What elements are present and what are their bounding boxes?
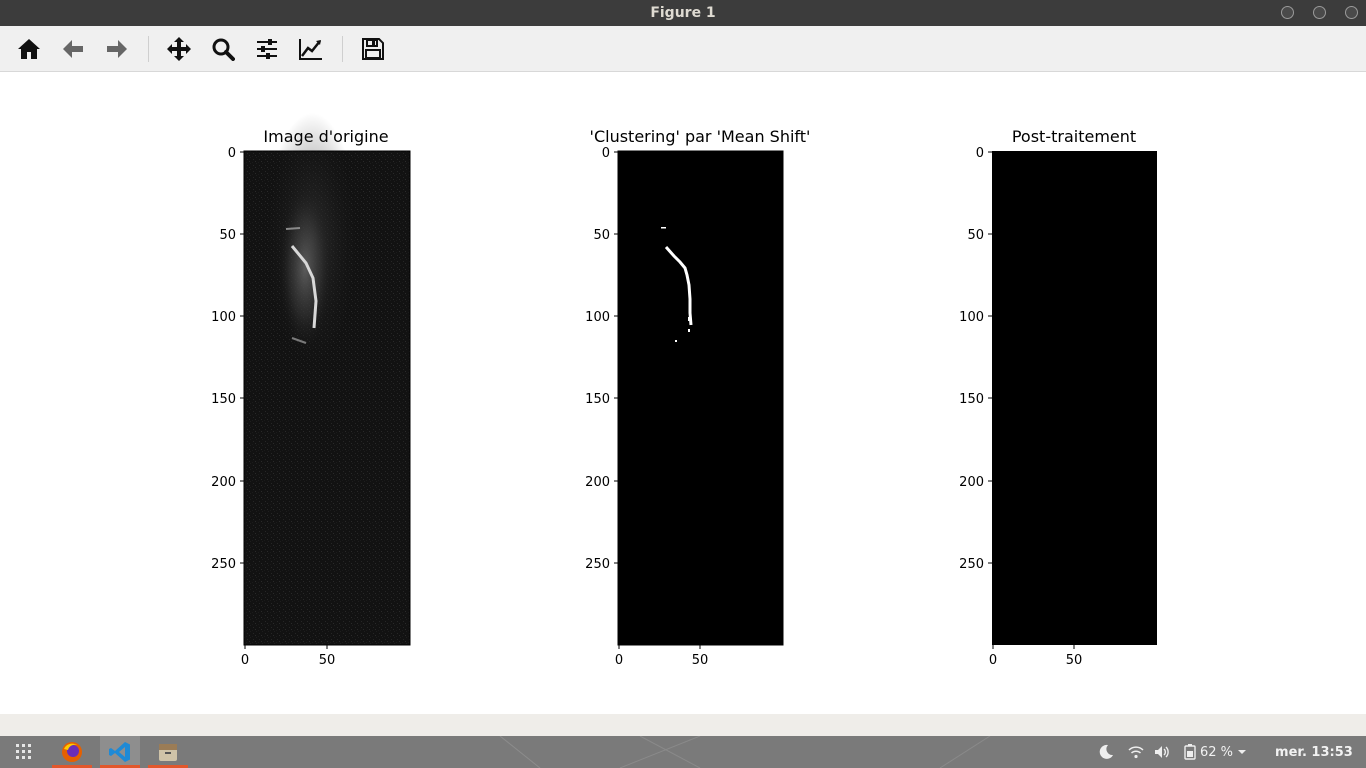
taskbar-app-vscode[interactable] <box>100 736 140 768</box>
y-tick-label: 0 <box>602 146 610 161</box>
system-tray: 62 % mer. 13:53 <box>1098 736 1353 768</box>
panel-post-processing: Post-traitement 0 50 100 150 200 250 0 5… <box>959 127 1157 668</box>
toolbar-separator <box>342 36 343 62</box>
app-grid-icon <box>16 744 31 759</box>
battery-percentage: 62 % <box>1200 744 1234 760</box>
y-tick-label: 150 <box>585 392 610 407</box>
y-axis: 0 50 100 150 200 250 <box>959 146 992 572</box>
mask-pixel <box>688 317 690 321</box>
home-icon <box>18 39 40 59</box>
mask-pixel <box>675 340 677 342</box>
taskbar-app-firefox[interactable] <box>52 736 92 768</box>
window-title: Figure 1 <box>650 5 716 21</box>
taskbar-app-archive[interactable] <box>148 736 188 768</box>
save-button[interactable] <box>358 34 388 64</box>
volume-icon[interactable] <box>1154 744 1170 760</box>
vscode-icon <box>109 742 130 762</box>
forward-button[interactable] <box>102 34 132 64</box>
x-axis: 0 50 <box>989 645 1082 668</box>
back-button[interactable] <box>58 34 88 64</box>
x-axis: 0 50 <box>241 645 335 668</box>
binary-mask <box>618 151 783 645</box>
empty-mask <box>992 151 1157 645</box>
y-tick-label: 250 <box>585 557 610 572</box>
taskbar: 62 % mer. 13:53 <box>0 736 1366 768</box>
mask-pixel <box>661 227 666 229</box>
x-tick-label: 0 <box>615 653 623 668</box>
x-tick-label: 50 <box>319 653 336 668</box>
magnifier-icon <box>212 38 235 61</box>
y-tick-label: 250 <box>211 557 236 572</box>
y-tick-label: 150 <box>211 392 236 407</box>
y-tick-label: 100 <box>585 310 610 325</box>
y-tick-label: 200 <box>959 475 984 490</box>
minimize-button[interactable] <box>1281 6 1294 19</box>
firefox-icon <box>62 742 82 762</box>
wifi-icon[interactable] <box>1128 744 1144 760</box>
window-controls <box>1281 6 1358 19</box>
y-tick-label: 100 <box>959 310 984 325</box>
y-axis: 0 50 100 150 200 250 <box>585 146 618 572</box>
pan-button[interactable] <box>164 34 194 64</box>
y-tick-label: 0 <box>976 146 984 161</box>
y-tick-label: 100 <box>211 310 236 325</box>
figure-canvas[interactable]: Image d'origine 0 50 100 150 200 250 <box>0 73 1366 714</box>
x-axis: 0 50 <box>615 645 708 668</box>
configure-subplots-button[interactable] <box>252 34 282 64</box>
clock[interactable]: mer. 13:53 <box>1275 745 1353 760</box>
toolbar-separator <box>148 36 149 62</box>
y-tick-label: 200 <box>585 475 610 490</box>
mask-pixel <box>688 329 690 332</box>
floppy-disk-icon <box>362 38 384 60</box>
y-tick-label: 150 <box>959 392 984 407</box>
status-bar <box>0 714 1366 736</box>
panel-mean-shift: 'Clustering' par 'Mean Shift' 0 50 100 1… <box>585 127 810 668</box>
x-tick-label: 0 <box>989 653 997 668</box>
maximize-button[interactable] <box>1313 6 1326 19</box>
x-tick-label: 50 <box>692 653 709 668</box>
ultrasound-edge-top <box>285 227 301 230</box>
x-tick-label: 0 <box>241 653 249 668</box>
y-tick-label: 50 <box>219 228 236 243</box>
edit-axes-button[interactable] <box>296 34 326 64</box>
arrow-right-icon <box>107 40 127 58</box>
app-grid-button[interactable] <box>4 736 44 768</box>
archive-icon <box>159 744 177 761</box>
panel-title: 'Clustering' par 'Mean Shift' <box>590 127 811 146</box>
figure-svg: Image d'origine 0 50 100 150 200 250 <box>211 113 1157 668</box>
y-tick-label: 250 <box>959 557 984 572</box>
panel-title: Post-traitement <box>1012 127 1136 146</box>
home-button[interactable] <box>14 34 44 64</box>
panel-original: Image d'origine 0 50 100 150 200 250 <box>211 113 411 668</box>
line-chart-icon <box>299 39 322 60</box>
window-titlebar: Figure 1 <box>0 0 1366 26</box>
x-tick-label: 50 <box>1066 653 1083 668</box>
night-mode-icon[interactable] <box>1098 744 1114 760</box>
y-tick-label: 0 <box>228 146 236 161</box>
move-icon <box>167 37 191 61</box>
y-tick-label: 50 <box>967 228 984 243</box>
y-tick-label: 200 <box>211 475 236 490</box>
zoom-button[interactable] <box>208 34 238 64</box>
sliders-icon <box>257 39 277 59</box>
y-tick-label: 50 <box>593 228 610 243</box>
navigation-toolbar <box>0 26 1366 72</box>
battery-icon[interactable] <box>1184 744 1196 760</box>
chevron-down-icon[interactable] <box>1237 747 1247 757</box>
arrow-left-icon <box>63 40 83 58</box>
y-axis: 0 50 100 150 200 250 <box>211 146 244 572</box>
close-button[interactable] <box>1345 6 1358 19</box>
ultrasound-structure <box>279 188 331 348</box>
